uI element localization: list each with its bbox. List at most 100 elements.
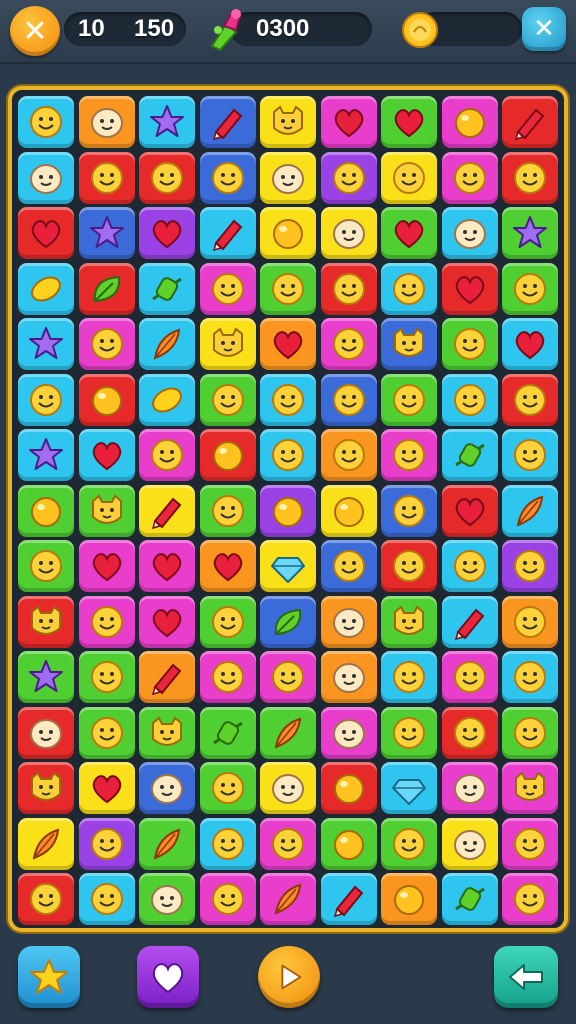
game-tile[interactable] [199,762,256,814]
game-tile[interactable] [260,651,316,703]
game-tile[interactable] [320,429,377,481]
game-tile[interactable] [18,207,74,259]
game-tile[interactable] [381,373,437,426]
game-tile[interactable] [18,873,74,925]
game-tile[interactable] [18,651,74,703]
game-tile[interactable] [502,651,558,703]
game-tile[interactable] [199,207,256,259]
game-tile[interactable] [139,595,195,648]
game-tile[interactable] [78,651,135,703]
game-tile[interactable] [260,817,316,870]
game-tile[interactable] [78,706,135,759]
game-tile[interactable] [139,96,195,148]
game-tile[interactable] [18,706,74,759]
game-tile[interactable] [320,651,377,703]
game-tile[interactable] [381,318,437,370]
game-tile[interactable] [320,262,377,315]
game-tile[interactable] [441,817,498,870]
game-tile[interactable] [502,540,558,592]
game-tile[interactable] [260,262,316,315]
game-tile[interactable] [381,817,437,870]
game-tile[interactable] [381,540,437,592]
game-tile[interactable] [502,429,558,481]
game-tile[interactable] [139,262,195,315]
game-tile[interactable] [78,817,135,870]
game-tile[interactable] [441,484,498,537]
game-tile[interactable] [381,96,437,148]
game-tile[interactable] [320,151,377,204]
game-tile[interactable] [502,373,558,426]
game-tile[interactable] [199,318,256,370]
game-tile[interactable] [320,762,377,814]
game-tile[interactable] [139,873,195,925]
game-tile[interactable] [441,762,498,814]
close-button[interactable]: ✕ [10,6,60,56]
game-tile[interactable] [381,262,437,315]
game-tile[interactable] [18,318,74,370]
game-tile[interactable] [78,96,135,148]
game-tile[interactable] [199,706,256,759]
game-tile[interactable] [381,429,437,481]
game-tile[interactable] [381,151,437,204]
game-tile[interactable] [78,595,135,648]
game-tile[interactable] [78,762,135,814]
game-tile[interactable] [139,207,195,259]
game-tile[interactable] [260,151,316,204]
game-tile[interactable] [320,595,377,648]
game-tile[interactable] [260,96,316,148]
game-tile[interactable] [441,373,498,426]
game-tile[interactable] [199,373,256,426]
game-tile[interactable] [502,207,558,259]
game-tile[interactable] [320,817,377,870]
game-tile[interactable] [441,595,498,648]
game-tile[interactable] [260,429,316,481]
game-tile[interactable] [320,484,377,537]
game-tile[interactable] [18,484,74,537]
game-tile[interactable] [381,484,437,537]
game-tile[interactable] [139,762,195,814]
game-tile[interactable] [502,595,558,648]
game-tile[interactable] [18,151,74,204]
game-tile[interactable] [139,540,195,592]
game-tile[interactable] [139,373,195,426]
game-tile[interactable] [139,817,195,870]
game-tile[interactable] [320,706,377,759]
game-tile[interactable] [441,429,498,481]
game-tile[interactable] [441,318,498,370]
game-tile[interactable] [199,651,256,703]
game-tile[interactable] [260,318,316,370]
game-tile[interactable] [381,207,437,259]
game-tile[interactable] [199,873,256,925]
dismiss-button[interactable]: ✕ [522,7,566,51]
game-tile[interactable] [441,540,498,592]
game-tile[interactable] [199,262,256,315]
game-tile[interactable] [78,262,135,315]
game-tile[interactable] [139,318,195,370]
play-button[interactable] [258,946,320,1008]
game-tile[interactable] [260,595,316,648]
game-tile[interactable] [139,151,195,204]
game-tile[interactable] [78,484,135,537]
game-tile[interactable] [502,262,558,315]
game-tile[interactable] [18,262,74,315]
game-tile[interactable] [199,96,256,148]
back-button[interactable] [494,946,558,1008]
game-tile[interactable] [320,540,377,592]
game-tile[interactable] [320,207,377,259]
game-tile[interactable] [139,706,195,759]
game-tile[interactable] [381,762,437,814]
game-tile[interactable] [78,373,135,426]
game-tile[interactable] [78,207,135,259]
game-tile[interactable] [441,262,498,315]
game-tile[interactable] [260,207,316,259]
game-tile[interactable] [78,318,135,370]
game-tile[interactable] [139,429,195,481]
game-tile[interactable] [502,96,558,148]
game-tile[interactable] [78,540,135,592]
game-tile[interactable] [441,207,498,259]
game-tile[interactable] [441,706,498,759]
game-tile[interactable] [502,151,558,204]
game-tile[interactable] [381,706,437,759]
game-tile[interactable] [18,96,74,148]
game-tile[interactable] [502,706,558,759]
